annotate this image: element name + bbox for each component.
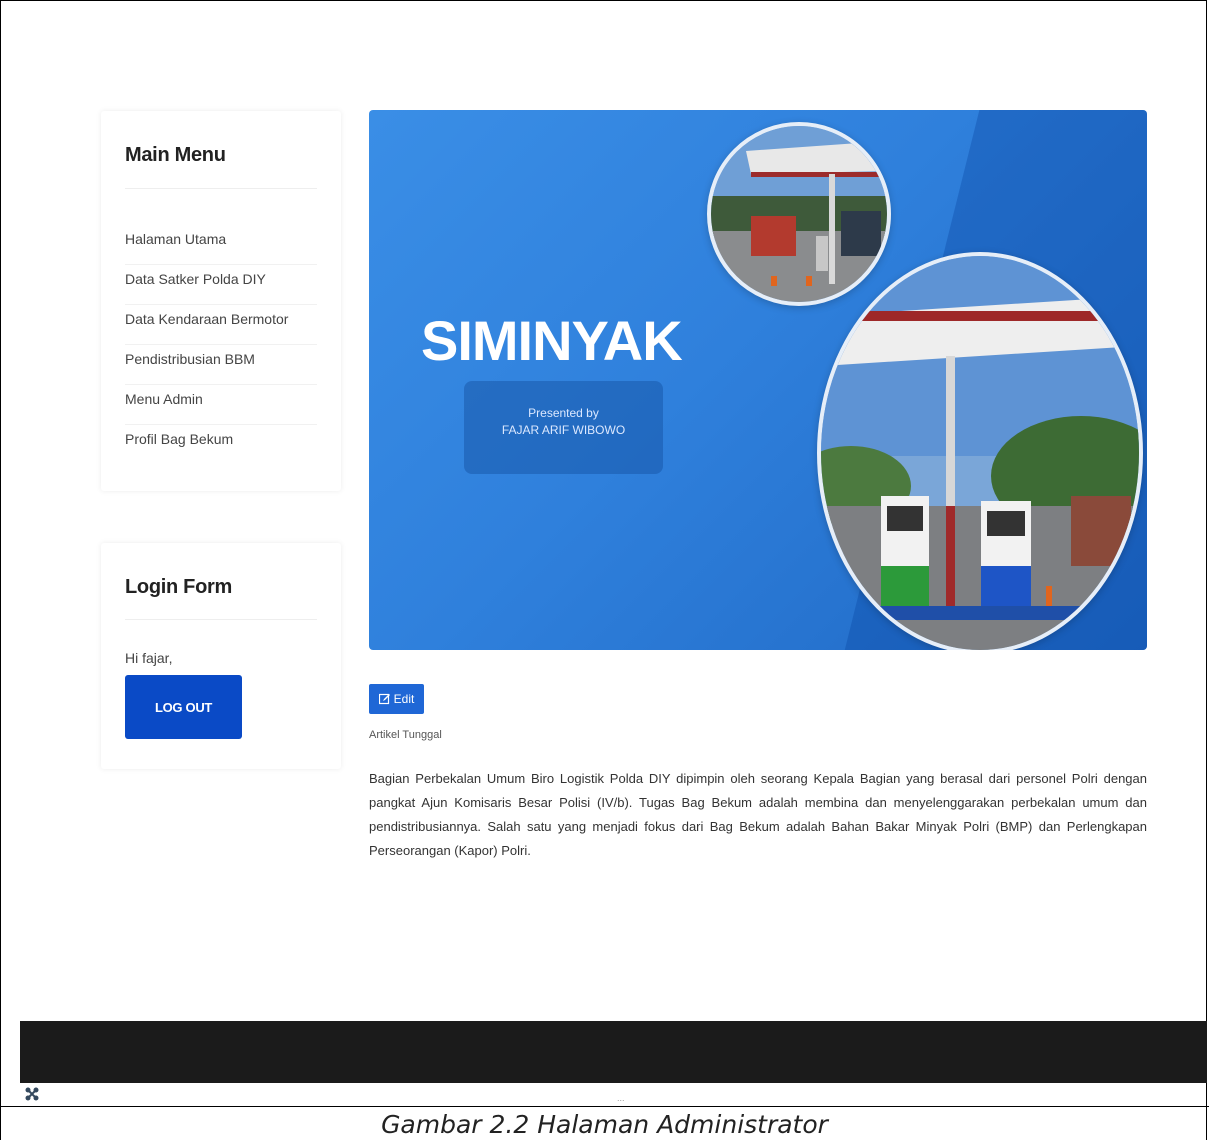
divider (125, 188, 317, 189)
joomla-icon[interactable] (24, 1086, 40, 1102)
main-menu-panel: Main Menu Halaman Utama Data Satker Pold… (101, 111, 341, 491)
presented-by-box: Presented by FAJAR ARIF WIBOWO (464, 381, 663, 474)
edit-label: Edit (393, 692, 415, 706)
edit-icon (378, 693, 390, 705)
login-form-panel: Login Form Hi fajar, LOG OUT (101, 543, 341, 769)
menu-item-halaman-utama[interactable]: Halaman Utama (125, 225, 317, 265)
menu-item-pendistribusian-bbm[interactable]: Pendistribusian BBM (125, 345, 317, 385)
main-menu-title: Main Menu (125, 144, 226, 166)
main-menu-list: Halaman Utama Data Satker Polda DIY Data… (125, 225, 317, 465)
frame-line (1206, 0, 1207, 1140)
article-type-label: Artikel Tunggal (369, 729, 442, 741)
menu-item-data-kendaraan[interactable]: Data Kendaraan Bermotor (125, 305, 317, 345)
user-greeting: Hi fajar, (125, 650, 173, 666)
menu-item-menu-admin[interactable]: Menu Admin (125, 385, 317, 425)
hero-banner: SIMINYAK Presented by FAJAR ARIF WIBOWO (369, 110, 1147, 650)
presenter-name: FAJAR ARIF WIBOWO (501, 423, 626, 437)
gas-station-photo-large (817, 252, 1143, 650)
presented-by-label: Presented by (528, 406, 599, 420)
footer-dots: ... (617, 1093, 625, 1103)
edit-button[interactable]: Edit (369, 684, 424, 714)
banner-title: SIMINYAK (421, 309, 683, 372)
article-body: Bagian Perbekalan Umum Biro Logistik Pol… (369, 771, 1147, 858)
login-form-title: Login Form (125, 576, 232, 598)
gas-station-photo-small (707, 122, 891, 306)
logout-button[interactable]: LOG OUT (125, 675, 242, 739)
frame-line (0, 1106, 1209, 1107)
menu-item-profil-bag-bekum[interactable]: Profil Bag Bekum (125, 425, 317, 465)
divider (125, 619, 317, 620)
figure-caption: Gambar 2.2 Halaman Administrator (381, 1110, 828, 1139)
menu-item-data-satker[interactable]: Data Satker Polda DIY (125, 265, 317, 305)
footer-bar (20, 1021, 1207, 1083)
